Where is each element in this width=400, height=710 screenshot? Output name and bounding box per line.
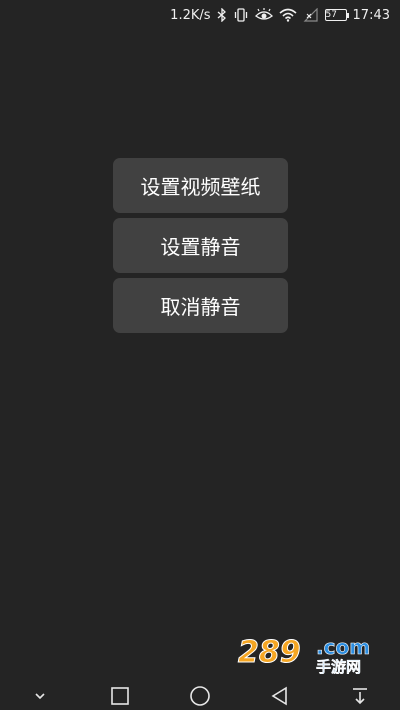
- home-circle-icon[interactable]: [185, 684, 215, 708]
- set-video-wallpaper-button[interactable]: 设置视频壁纸: [113, 158, 288, 213]
- eye-comfort-icon: [254, 8, 273, 22]
- status-bar: 1.2K/s 57 17:43: [0, 0, 400, 30]
- bluetooth-icon: [217, 8, 227, 22]
- clock: 17:43: [352, 7, 390, 23]
- battery-level: 57: [325, 10, 337, 20]
- battery-icon: 57: [324, 9, 349, 21]
- wifi-icon: [279, 8, 297, 22]
- vibrate-icon: [233, 8, 249, 22]
- no-signal-icon: [303, 8, 319, 22]
- collapse-chevron-icon[interactable]: [25, 684, 55, 708]
- watermark-tagline: 手游网: [316, 658, 361, 674]
- watermark-suffix: .com: [316, 635, 370, 659]
- network-speed: 1.2K/s: [170, 7, 211, 23]
- recents-square-icon[interactable]: [105, 684, 135, 708]
- watermark-brand: 289: [238, 635, 301, 670]
- watermark-logo: 289 .com 手游网: [238, 635, 371, 675]
- unmute-button[interactable]: 取消静音: [113, 278, 288, 333]
- navigation-bar: [0, 682, 400, 710]
- screen: 1.2K/s 57 17:43 设置视频壁纸 设置静音 取消静音 289 .co…: [0, 0, 400, 710]
- mute-button[interactable]: 设置静音: [113, 218, 288, 273]
- back-triangle-icon[interactable]: [265, 684, 295, 708]
- notification-pull-icon[interactable]: [345, 684, 375, 708]
- action-menu: 设置视频壁纸 设置静音 取消静音: [113, 158, 288, 338]
